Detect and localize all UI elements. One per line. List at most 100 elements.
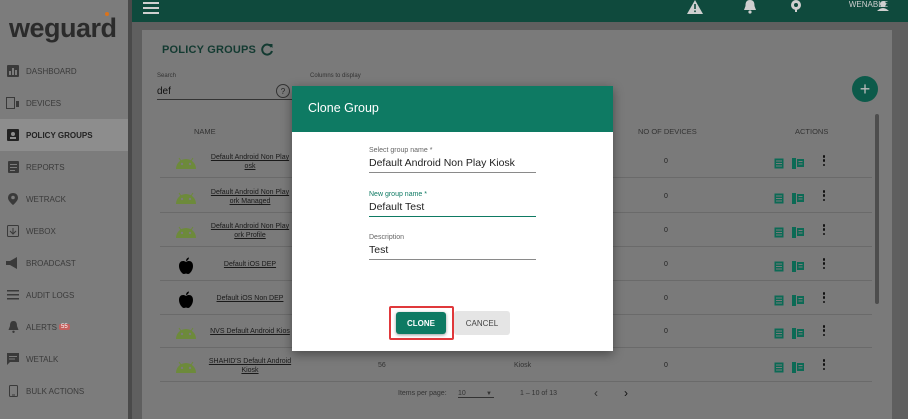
column-header-name[interactable]: NAME (194, 127, 216, 136)
android-icon (174, 154, 198, 170)
sidebar-item-label: POLICY GROUPS (26, 130, 93, 140)
sidebar-item-label: BULK ACTIONS (26, 386, 85, 396)
description-field[interactable]: Description Test (369, 234, 536, 260)
policy-groups-icon (6, 128, 20, 142)
sidebar-item-webox[interactable]: WEBOX (0, 215, 132, 247)
sidebar-item-bulk-actions[interactable]: BULK ACTIONS (0, 375, 132, 407)
next-page-icon[interactable]: › (624, 386, 628, 400)
prev-page-icon[interactable]: ‹ (594, 386, 598, 400)
sidebar-item-dashboard[interactable]: DASHBOARD (0, 55, 132, 87)
chevron-down-icon: ▼ (486, 391, 492, 397)
sidebar-divider (128, 0, 132, 419)
items-per-page-value: 10 (458, 390, 466, 397)
bell-icon[interactable] (742, 0, 758, 14)
sidebar-item-devices[interactable]: DEVICES (0, 87, 132, 119)
group-name-link[interactable]: NVS Default Android Kios (204, 327, 296, 336)
select-group-name-value[interactable]: Default Android Non Play Kiosk (369, 157, 536, 172)
group-name-link[interactable]: Default iOS Non DEP (204, 294, 296, 303)
device-count: 0 (664, 193, 668, 200)
reports-icon (6, 160, 20, 174)
device-count: 0 (664, 362, 668, 369)
description-input[interactable]: Test (369, 244, 536, 259)
group-name-link[interactable]: SHAHID'S Default Android Kiosk (204, 357, 296, 375)
new-group-name-field[interactable]: New group name * Default Test (369, 191, 536, 217)
group-name-link[interactable]: Default Android Non Play osk (204, 153, 296, 171)
logo: weguard (0, 0, 132, 56)
warning-icon[interactable] (687, 0, 703, 14)
new-group-name-input[interactable]: Default Test (369, 201, 536, 216)
select-group-name-label: Select group name * (369, 147, 433, 154)
details-icon[interactable] (774, 360, 784, 373)
assign-icon[interactable] (792, 191, 804, 204)
page-title: POLICY GROUPS (162, 44, 257, 56)
column-header-devices[interactable]: NO OF DEVICES (638, 127, 697, 136)
sidebar-item-broadcast[interactable]: BROADCAST (0, 247, 132, 279)
scrollbar[interactable] (875, 114, 879, 304)
more-options-icon[interactable] (822, 325, 826, 337)
group-name-link[interactable]: Default Android Non Play ork Managed (204, 188, 296, 206)
refresh-icon[interactable] (260, 43, 274, 57)
device-count: 0 (664, 227, 668, 234)
clone-group-dialog: Clone Group Select group name * Default … (292, 86, 613, 351)
new-group-name-label: New group name * (369, 191, 427, 198)
more-options-icon[interactable] (822, 155, 826, 167)
items-per-page-select[interactable]: 10 ▼ (458, 390, 494, 398)
assign-icon[interactable] (792, 360, 804, 373)
alerts-badge: 55 (58, 324, 70, 330)
group-name-link[interactable]: Default Android Non Play ork Profile (204, 222, 296, 240)
help-icon[interactable]: ? (276, 84, 290, 98)
apple-icon (174, 257, 198, 274)
add-group-button[interactable]: + (852, 76, 878, 102)
pager-range: 1 – 10 of 13 (520, 390, 557, 397)
sidebar-item-alerts[interactable]: ALERTS 55 (0, 311, 132, 343)
sidebar-item-policy-groups[interactable]: POLICY GROUPS (0, 119, 132, 151)
details-icon[interactable] (774, 156, 784, 169)
device-count: 0 (664, 295, 668, 302)
sidebar-item-wetrack[interactable]: WETRACK (0, 183, 132, 215)
device-count: 0 (664, 158, 668, 165)
group-name-link[interactable]: Default iOS DEP (204, 260, 296, 269)
more-options-icon[interactable] (822, 224, 826, 236)
assign-icon[interactable] (792, 259, 804, 272)
columns-to-display-label[interactable]: Columns to display (310, 73, 361, 79)
sidebar-item-label: DEVICES (26, 98, 62, 108)
apple-icon (174, 291, 198, 308)
alert-bell-icon (6, 320, 20, 334)
location-pin-icon (6, 192, 20, 206)
megaphone-icon (6, 256, 20, 270)
more-options-icon[interactable] (822, 258, 826, 270)
more-options-icon[interactable] (822, 292, 826, 304)
assign-icon[interactable] (792, 225, 804, 238)
details-icon[interactable] (774, 191, 784, 204)
sidebar-item-label: AUDIT LOGS (26, 290, 75, 300)
android-icon (174, 223, 198, 239)
android-icon (174, 324, 198, 340)
assign-icon[interactable] (792, 156, 804, 169)
table-row[interactable]: SHAHID'S Default Android Kiosk 56 Kiosk 0 (160, 349, 872, 382)
sidebar-item-label: WEBOX (26, 226, 56, 236)
sidebar-item-reports[interactable]: REPORTS (0, 151, 132, 183)
android-icon (174, 358, 198, 374)
user-icon[interactable] (877, 0, 889, 14)
details-icon[interactable] (774, 293, 784, 306)
sidebar-item-audit-logs[interactable]: AUDIT LOGS (0, 279, 132, 311)
sidebar-item-label: BROADCAST (26, 258, 76, 268)
more-options-icon[interactable] (822, 190, 826, 202)
phone-icon (6, 384, 20, 398)
details-icon[interactable] (774, 259, 784, 272)
clone-button[interactable]: CLONE (396, 312, 446, 334)
details-icon[interactable] (774, 326, 784, 339)
menu-icon[interactable] (143, 2, 159, 14)
sidebar-item-label: ALERTS (26, 322, 57, 332)
cancel-button[interactable]: CANCEL (454, 311, 510, 335)
search-input[interactable] (157, 84, 293, 100)
details-icon[interactable] (774, 225, 784, 238)
more-options-icon[interactable] (822, 359, 826, 371)
webox-icon (6, 224, 20, 238)
sidebar-item-wetalk[interactable]: WETALK (0, 343, 132, 375)
assign-icon[interactable] (792, 326, 804, 339)
assign-icon[interactable] (792, 293, 804, 306)
gear-icon[interactable] (788, 0, 804, 14)
search-label: Search (157, 73, 177, 79)
select-group-name-field[interactable]: Select group name * Default Android Non … (369, 147, 536, 173)
